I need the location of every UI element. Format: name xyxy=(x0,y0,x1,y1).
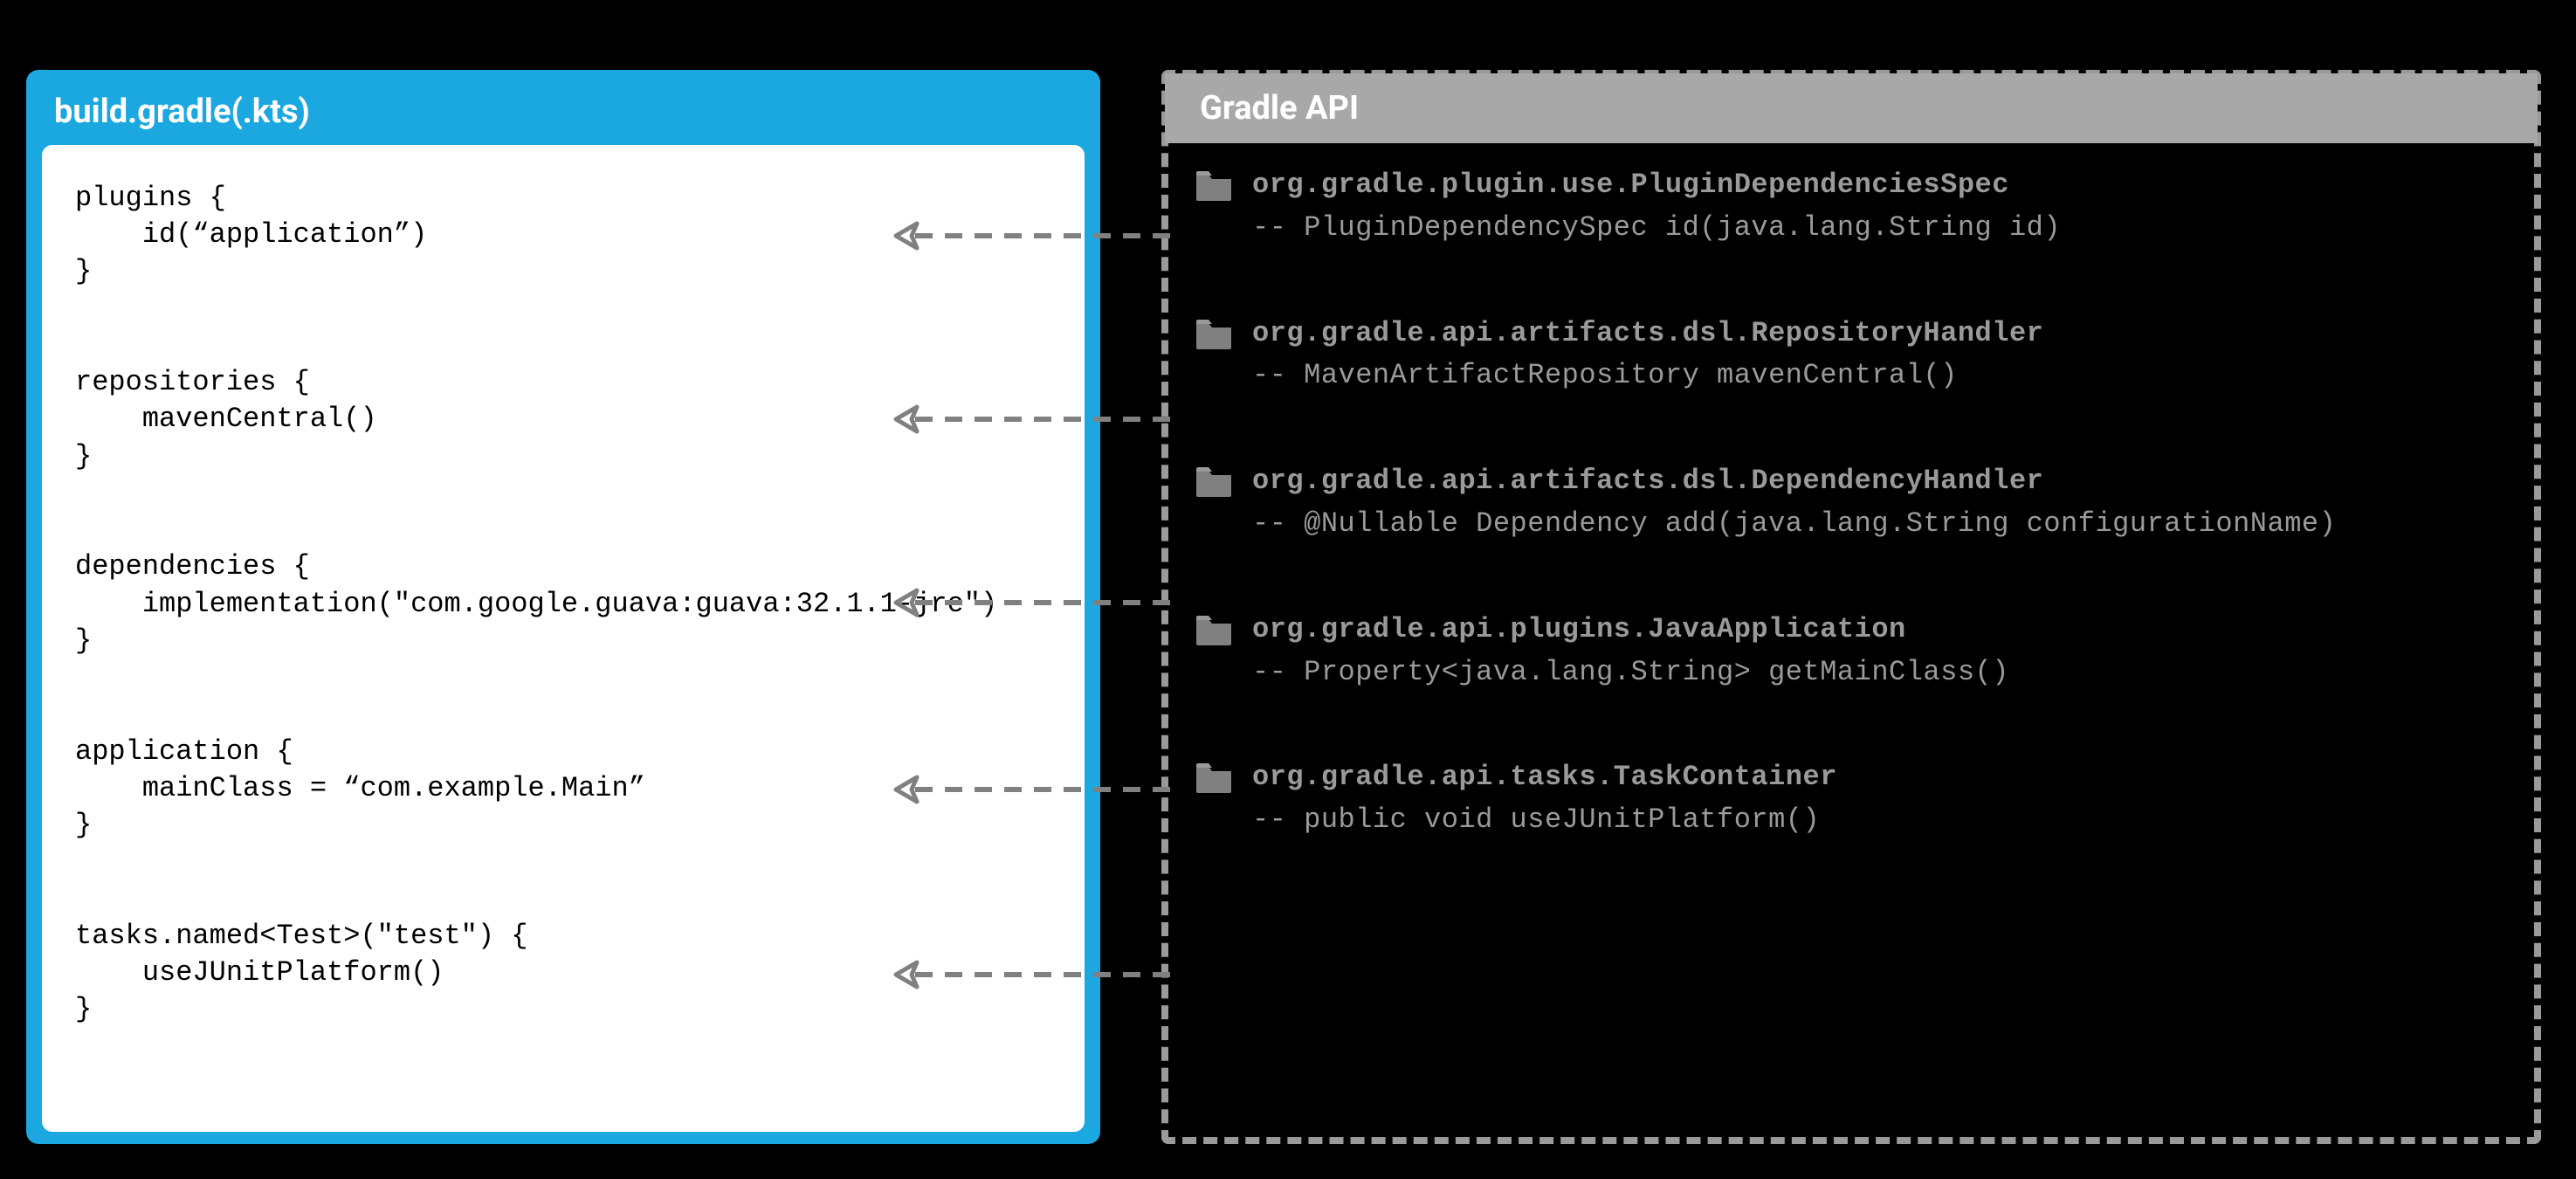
gradle-api-title: Gradle API xyxy=(1165,73,2538,143)
api-class: org.gradle.api.artifacts.dsl.RepositoryH… xyxy=(1252,314,2043,354)
api-item-plugins: org.gradle.plugin.use.PluginDependencies… xyxy=(1195,166,2508,248)
arrow-dependencies xyxy=(891,585,1179,620)
api-item-application: org.gradle.api.plugins.JavaApplication -… xyxy=(1195,610,2508,693)
folder-icon xyxy=(1195,318,1233,396)
build-file-title: build.gradle(.kts) xyxy=(42,86,1085,145)
api-method: -- Property<java.lang.String> getMainCla… xyxy=(1252,653,2009,693)
api-method: -- MavenArtifactRepository mavenCentral(… xyxy=(1252,356,2043,396)
gradle-api-panel: Gradle API org.gradle.plugin.use.PluginD… xyxy=(1161,70,2541,1144)
api-text: org.gradle.api.artifacts.dsl.DependencyH… xyxy=(1252,462,2336,544)
api-text: org.gradle.api.tasks.TaskContainer -- pu… xyxy=(1252,758,1837,840)
folder-icon xyxy=(1195,614,1233,693)
api-list: org.gradle.plugin.use.PluginDependencies… xyxy=(1168,143,2534,840)
api-item-dependencies: org.gradle.api.artifacts.dsl.DependencyH… xyxy=(1195,462,2508,544)
api-text: org.gradle.api.plugins.JavaApplication -… xyxy=(1252,610,2009,693)
api-method: -- public void useJUnitPlatform() xyxy=(1252,801,1837,840)
folder-icon xyxy=(1195,169,1233,248)
api-class: org.gradle.api.artifacts.dsl.DependencyH… xyxy=(1252,462,2336,501)
api-item-repositories: org.gradle.api.artifacts.dsl.RepositoryH… xyxy=(1195,314,2508,396)
folder-icon xyxy=(1195,465,1233,544)
arrow-application xyxy=(891,772,1179,807)
api-item-tasks: org.gradle.api.tasks.TaskContainer -- pu… xyxy=(1195,758,2508,840)
api-class: org.gradle.api.plugins.JavaApplication xyxy=(1252,610,2009,650)
api-text: org.gradle.api.artifacts.dsl.RepositoryH… xyxy=(1252,314,2043,396)
api-method: -- @Nullable Dependency add(java.lang.St… xyxy=(1252,505,2336,544)
api-method: -- PluginDependencySpec id(java.lang.Str… xyxy=(1252,209,2061,248)
arrow-repositories xyxy=(891,402,1179,437)
api-text: org.gradle.plugin.use.PluginDependencies… xyxy=(1252,166,2061,248)
api-class: org.gradle.api.tasks.TaskContainer xyxy=(1252,758,1837,797)
folder-icon xyxy=(1195,762,1233,840)
arrow-tasks xyxy=(891,957,1179,992)
arrow-plugins xyxy=(891,218,1179,253)
api-class: org.gradle.plugin.use.PluginDependencies… xyxy=(1252,166,2061,205)
